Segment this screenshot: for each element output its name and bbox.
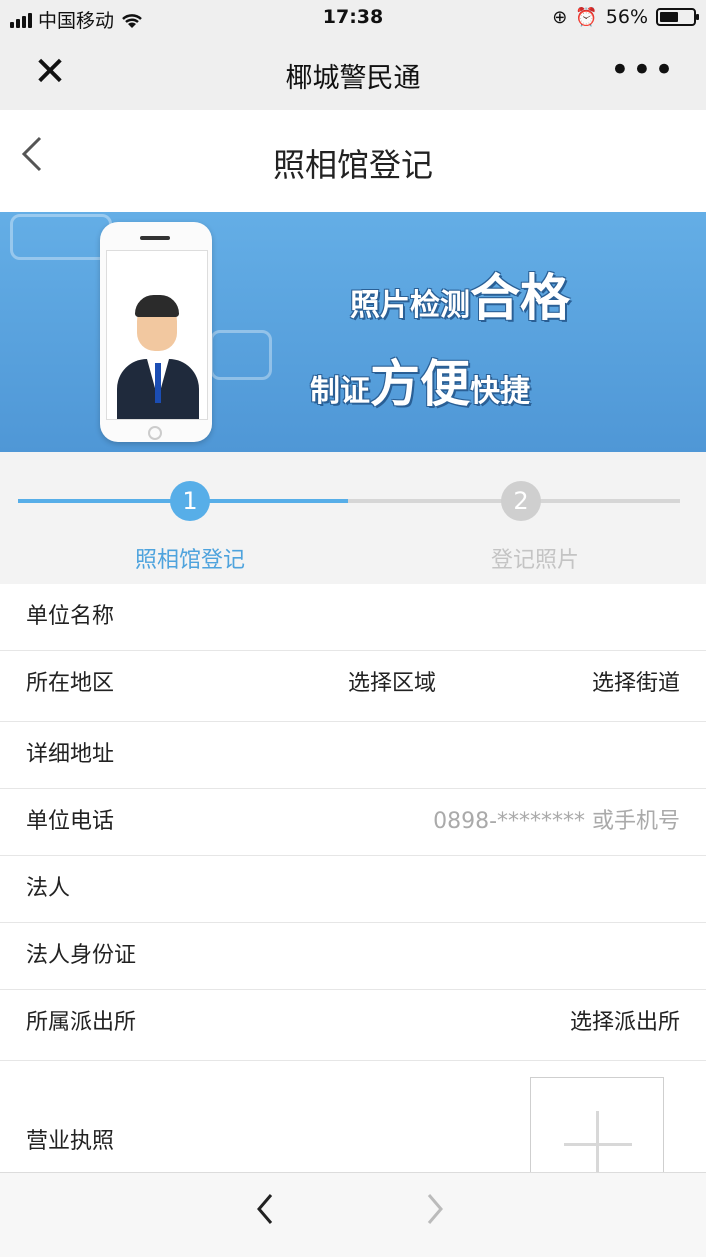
banner-slogan-1: 照片检测合格 <box>350 258 570 330</box>
banner-text-emphasis: 合格 <box>470 269 570 327</box>
status-bar: 中国移动 17:38 ⊕ ⏰ 56% <box>0 0 706 36</box>
phone-placeholder: 0898-******** 或手机号 <box>433 809 680 834</box>
legal-person-label: 法人 <box>26 876 71 901</box>
app-title-bar: ✕ 椰城警民通 ••• <box>0 36 706 111</box>
back-nav-button[interactable] <box>255 1191 275 1235</box>
camera-decoration-icon <box>10 214 112 260</box>
more-icon[interactable]: ••• <box>610 50 676 90</box>
station-row: 所属派出所 选择派出所 <box>0 989 706 1060</box>
banner-text: 照片检测 <box>350 288 470 323</box>
legal-id-label: 法人身份证 <box>26 943 137 968</box>
station-label: 所属派出所 <box>26 1010 137 1035</box>
legal-person-field[interactable]: 法人 <box>0 855 706 922</box>
address-label: 详细地址 <box>26 742 115 767</box>
license-label: 营业执照 <box>26 1129 115 1154</box>
license-row: 营业执照 <box>0 1060 706 1211</box>
forward-nav-button[interactable] <box>425 1191 445 1235</box>
region-label: 所在地区 <box>26 671 115 696</box>
step-2-label: 登记照片 <box>490 548 579 573</box>
banner-text: 快捷 <box>470 374 530 409</box>
step-1-indicator: 1 <box>170 481 210 521</box>
app-title: 椰城警民通 <box>285 63 421 94</box>
unit-name-field[interactable]: 单位名称 <box>0 584 706 650</box>
battery-icon <box>656 8 699 26</box>
region-select[interactable]: 选择区域 <box>348 651 436 717</box>
region-row: 所在地区 选择区域 选择街道 <box>0 650 706 721</box>
phone-illustration <box>100 222 212 442</box>
rotation-lock-icon: ⊕ <box>552 6 568 28</box>
address-field[interactable]: 详细地址 <box>0 721 706 788</box>
step-track <box>18 499 680 503</box>
legal-id-field[interactable]: 法人身份证 <box>0 922 706 989</box>
street-select[interactable]: 选择街道 <box>592 651 680 717</box>
promo-banner: 照片检测合格 制证方便快捷 <box>0 212 706 452</box>
banner-text: 制证 <box>310 374 370 409</box>
progress-steps: 1 2 照相馆登记 登记照片 <box>0 452 706 584</box>
camera-decoration-icon <box>210 330 272 380</box>
chevron-left-icon <box>257 1194 273 1224</box>
status-right: ⊕ ⏰ 56% <box>552 6 699 28</box>
unit-name-label: 单位名称 <box>26 604 115 629</box>
page-header: 照相馆登记 <box>0 110 706 212</box>
portrait-illustration <box>106 250 208 420</box>
station-select[interactable]: 选择派出所 <box>570 990 680 1056</box>
chevron-right-icon <box>427 1194 443 1224</box>
banner-slogan-2: 制证方便快捷 <box>310 344 530 416</box>
phone-label: 单位电话 <box>26 809 115 834</box>
step-1-label: 照相馆登记 <box>134 548 245 573</box>
alarm-icon: ⏰ <box>575 6 598 28</box>
registration-form: 单位名称 所在地区 选择区域 选择街道 详细地址 单位电话 0898-*****… <box>0 584 706 1211</box>
battery-percent: 56% <box>605 6 648 28</box>
browser-toolbar <box>0 1172 706 1257</box>
page-title: 照相馆登记 <box>272 146 433 184</box>
banner-text-emphasis: 方便 <box>370 355 470 413</box>
phone-field[interactable]: 单位电话 0898-******** 或手机号 <box>0 788 706 855</box>
step-2-indicator: 2 <box>501 481 541 521</box>
